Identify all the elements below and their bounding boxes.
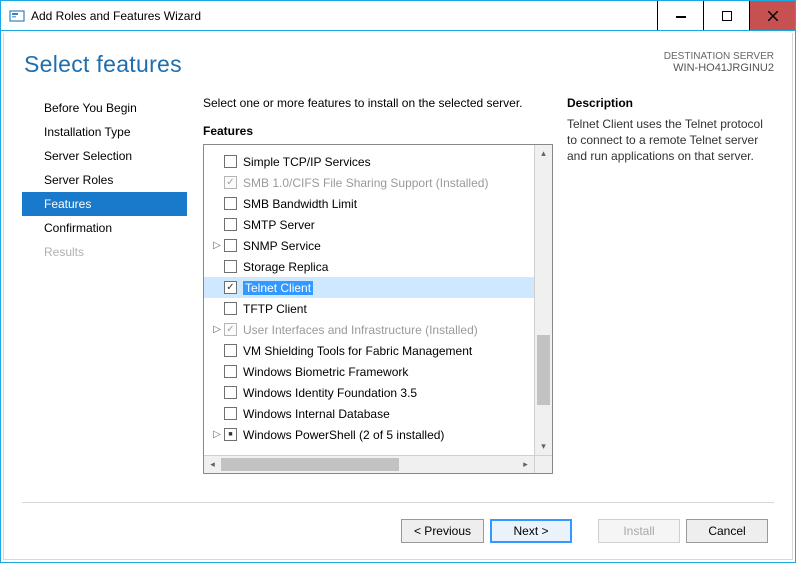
minimize-button[interactable] (657, 1, 703, 30)
maximize-icon (722, 11, 732, 21)
feature-row[interactable]: ▷ VM Shielding Tools for Fabric Managemen… (204, 340, 534, 361)
feature-label: Windows Internal Database (243, 407, 390, 421)
feature-row[interactable]: ▷ Windows Identity Foundation 3.5 (204, 382, 534, 403)
vertical-scrollbar[interactable]: ▴ ▾ (534, 145, 552, 455)
feature-row[interactable]: ▷ SMB 1.0/CIFS File Sharing Support (Inst… (204, 172, 534, 193)
feature-checkbox[interactable] (224, 197, 237, 210)
app-icon (9, 8, 25, 24)
feature-checkbox[interactable] (224, 281, 237, 294)
feature-label: SMTP Server (243, 218, 315, 232)
feature-label: TFTP Client (243, 302, 307, 316)
wizard-step[interactable]: Server Selection (22, 144, 187, 168)
features-list[interactable]: ▷ Simple TCP/IP Services ▷ SMB 1.0/CIFS Fil… (204, 145, 534, 455)
destination-label: DESTINATION SERVER (664, 51, 774, 62)
feature-row[interactable]: ▷ SMB Bandwidth Limit (204, 193, 534, 214)
wizard-step[interactable]: Server Roles (22, 168, 187, 192)
feature-row[interactable]: ▷ Windows Internal Database (204, 403, 534, 424)
close-icon (768, 11, 778, 21)
feature-checkbox[interactable] (224, 260, 237, 273)
instruction-text: Select one or more features to install o… (203, 96, 553, 110)
feature-label: Simple TCP/IP Services (243, 155, 371, 169)
description-text: Telnet Client uses the Telnet protocol t… (567, 116, 770, 165)
scroll-up-icon[interactable]: ▴ (535, 145, 552, 162)
feature-checkbox[interactable] (224, 239, 237, 252)
wizard-step[interactable]: Installation Type (22, 120, 187, 144)
expand-icon: ▷ (210, 303, 224, 314)
titlebar: Add Roles and Features Wizard (1, 1, 795, 31)
description-label: Description (567, 96, 770, 110)
feature-row[interactable]: ▷ User Interfaces and Infrastructure (Ins… (204, 319, 534, 340)
close-button[interactable] (749, 1, 795, 30)
feature-row[interactable]: ▷ Windows PowerShell (2 of 5 installed) (204, 424, 534, 445)
expand-icon: ▷ (210, 387, 224, 398)
wizard-step[interactable]: Confirmation (22, 216, 187, 240)
expand-icon: ▷ (210, 198, 224, 209)
feature-checkbox[interactable] (224, 407, 237, 420)
scroll-right-icon[interactable]: ▸ (517, 459, 534, 470)
install-button: Install (598, 519, 680, 543)
feature-checkbox[interactable] (224, 302, 237, 315)
feature-label: Windows Identity Foundation 3.5 (243, 386, 417, 400)
wizard-step[interactable]: Features (22, 192, 187, 216)
feature-checkbox[interactable] (224, 218, 237, 231)
expand-icon: ▷ (210, 177, 224, 188)
feature-row[interactable]: ▷ SMTP Server (204, 214, 534, 235)
feature-checkbox[interactable] (224, 386, 237, 399)
feature-row[interactable]: ▷ Storage Replica (204, 256, 534, 277)
feature-label: SMB Bandwidth Limit (243, 197, 357, 211)
feature-checkbox[interactable] (224, 428, 237, 441)
feature-row[interactable]: ▷ SNMP Service (204, 235, 534, 256)
scroll-corner (534, 456, 552, 473)
feature-checkbox (224, 176, 237, 189)
expand-icon: ▷ (210, 282, 224, 293)
feature-checkbox[interactable] (224, 344, 237, 357)
features-label: Features (203, 124, 553, 138)
wizard-step[interactable]: Before You Begin (22, 96, 187, 120)
wizard-footer: < Previous Next > Install Cancel (22, 502, 774, 559)
expand-icon: ▷ (210, 366, 224, 377)
minimize-icon (676, 11, 686, 21)
feature-label: SMB 1.0/CIFS File Sharing Support (Insta… (243, 176, 488, 190)
scroll-down-icon[interactable]: ▾ (535, 438, 552, 455)
window-title: Add Roles and Features Wizard (31, 9, 657, 23)
feature-label: Telnet Client (243, 281, 313, 295)
destination-server: DESTINATION SERVER WIN-HO41JRGINU2 (664, 51, 774, 74)
page-title: Select features (24, 51, 182, 78)
feature-row[interactable]: ▷ TFTP Client (204, 298, 534, 319)
wizard-window: Add Roles and Features Wizard Select fea… (0, 0, 796, 563)
horizontal-scrollbar[interactable]: ◂ ▸ (204, 455, 552, 473)
previous-button[interactable]: < Previous (401, 519, 484, 543)
cancel-button[interactable]: Cancel (686, 519, 768, 543)
scroll-left-icon[interactable]: ◂ (204, 459, 221, 470)
expand-icon[interactable]: ▷ (210, 429, 224, 440)
expand-icon: ▷ (210, 261, 224, 272)
wizard-step: Results (22, 240, 187, 264)
expand-icon: ▷ (210, 219, 224, 230)
wizard-steps: Before You BeginInstallation TypeServer … (22, 96, 187, 496)
features-listbox: ▷ Simple TCP/IP Services ▷ SMB 1.0/CIFS Fil… (203, 144, 553, 474)
expand-icon: ▷ (210, 345, 224, 356)
feature-label: User Interfaces and Infrastructure (Inst… (243, 323, 478, 337)
feature-label: VM Shielding Tools for Fabric Management (243, 344, 472, 358)
feature-label: Storage Replica (243, 260, 328, 274)
expand-icon: ▷ (210, 408, 224, 419)
hscroll-thumb[interactable] (221, 458, 399, 471)
expand-icon: ▷ (210, 156, 224, 167)
feature-label: SNMP Service (243, 239, 321, 253)
expand-icon[interactable]: ▷ (210, 240, 224, 251)
feature-checkbox (224, 323, 237, 336)
feature-checkbox[interactable] (224, 365, 237, 378)
feature-row[interactable]: ▷ Telnet Client (204, 277, 534, 298)
next-button[interactable]: Next > (490, 519, 572, 543)
feature-label: Windows Biometric Framework (243, 365, 408, 379)
feature-label: Windows PowerShell (2 of 5 installed) (243, 428, 444, 442)
scroll-thumb[interactable] (537, 335, 550, 405)
maximize-button[interactable] (703, 1, 749, 30)
destination-value: WIN-HO41JRGINU2 (673, 62, 774, 74)
feature-checkbox[interactable] (224, 155, 237, 168)
client-area: Select features DESTINATION SERVER WIN-H… (3, 33, 793, 560)
expand-icon[interactable]: ▷ (210, 324, 224, 335)
feature-row[interactable]: ▷ Simple TCP/IP Services (204, 151, 534, 172)
feature-row[interactable]: ▷ Windows Biometric Framework (204, 361, 534, 382)
